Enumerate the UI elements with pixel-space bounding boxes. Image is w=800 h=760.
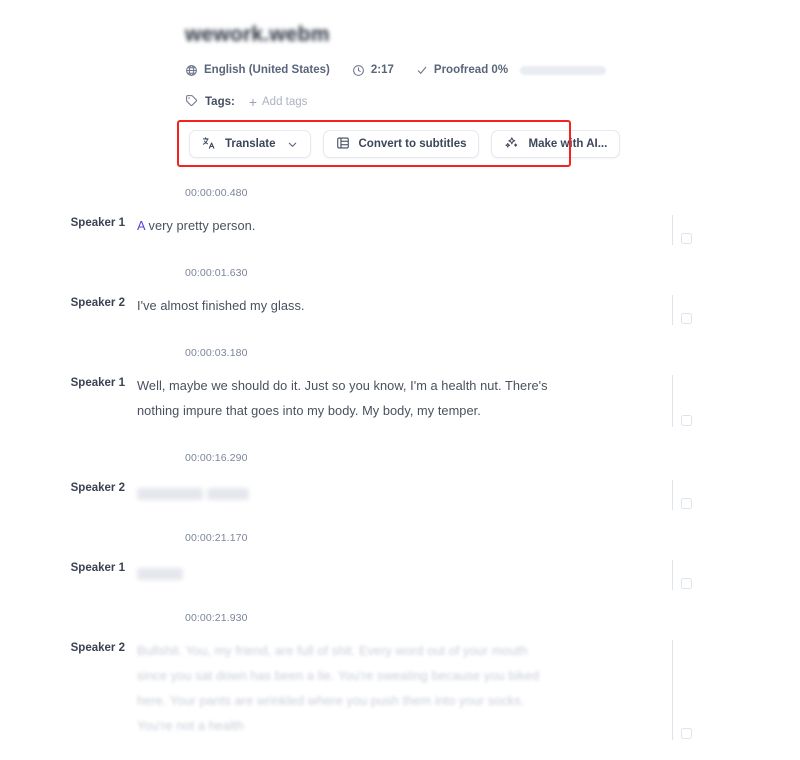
segment-divider [672, 480, 673, 510]
speaker-label[interactable]: Speaker 2 [65, 638, 125, 659]
speaker-label[interactable]: Speaker 2 [65, 293, 125, 314]
segment-timestamp[interactable]: 00:00:00.480 [185, 180, 800, 213]
segment-body: Speaker 1 Well, maybe we should do it. Ju… [0, 373, 800, 427]
segment-text[interactable]: Bullshit. You, my friend, are full of sh… [137, 638, 557, 738]
segment-divider [672, 215, 673, 245]
clock-icon [352, 64, 365, 77]
transcript-segment: 00:00:21.930 Speaker 2 Bullshit. You, my f… [0, 605, 800, 760]
segment-text-body: very pretty person. [144, 218, 256, 233]
redacted-text-bar [137, 567, 183, 580]
add-tags-button[interactable]: + Add tags [249, 95, 308, 109]
speaker-label[interactable]: Speaker 1 [65, 213, 125, 234]
highlighted-word[interactable]: A [137, 218, 145, 233]
translate-button[interactable]: Translate [189, 130, 311, 158]
proofread-label: Proofread 0% [433, 64, 509, 76]
document-header: wework.webm English (United States) 2:17… [185, 22, 705, 111]
segment-text-body: Bullshit. You, my friend, are full of sh… [137, 643, 540, 733]
page-title: wework.webm [185, 23, 330, 46]
segment-spacer [0, 238, 800, 260]
redacted-meta-bar [520, 65, 607, 75]
segment-body: Speaker 2 [0, 478, 800, 510]
segment-text-body: Well, maybe we should do it. Just so you… [137, 378, 548, 418]
segment-spacer [0, 583, 800, 605]
make-with-ai-button[interactable]: Make with AI... [491, 130, 621, 158]
segment-timestamp[interactable]: 00:00:01.630 [185, 260, 800, 293]
action-toolbar: Translate Convert to subtitles Make with… [189, 130, 621, 158]
segment-text[interactable]: Well, maybe we should do it. Just so you… [137, 373, 557, 423]
segment-divider [672, 295, 673, 325]
tag-icon [185, 94, 198, 110]
segment-text[interactable]: A very pretty person. [137, 213, 557, 238]
segment-body: Speaker 1 [0, 558, 800, 590]
speaker-label[interactable]: Speaker 2 [65, 478, 125, 499]
transcript-page: wework.webm English (United States) 2:17… [0, 0, 800, 740]
segment-spacer [0, 503, 800, 525]
segment-checkbox[interactable] [681, 578, 692, 589]
convert-to-subtitles-button[interactable]: Convert to subtitles [322, 130, 480, 158]
redacted-text-bar [206, 487, 249, 500]
language-label: English (United States) [204, 64, 330, 76]
transcript-segment: 00:00:01.630 Speaker 2 I've almost finishe… [0, 260, 800, 340]
transcript-segment: 00:00:03.180 Speaker 1 Well, maybe we shou… [0, 340, 800, 445]
transcript-list: 00:00:00.480 Speaker 1 A very pretty perso… [0, 180, 800, 760]
film-strip-icon [336, 136, 350, 153]
transcript-segment: 00:00:21.170 Speaker 1 [0, 525, 800, 605]
document-meta-row: English (United States) 2:17 Proofread 0… [185, 61, 705, 79]
segment-timestamp[interactable]: 00:00:21.170 [185, 525, 800, 558]
translate-label: Translate [225, 138, 276, 150]
tags-row: Tags: + Add tags [185, 93, 705, 111]
redacted-text-bar [137, 487, 203, 500]
segment-spacer [0, 318, 800, 340]
segment-text[interactable] [137, 478, 557, 503]
segment-checkbox[interactable] [681, 498, 692, 509]
speaker-label[interactable]: Speaker 1 [65, 373, 125, 394]
segment-checkbox[interactable] [681, 728, 692, 739]
convert-to-subtitles-label: Convert to subtitles [358, 138, 467, 150]
segment-checkbox[interactable] [681, 415, 692, 426]
speaker-label[interactable]: Speaker 1 [65, 558, 125, 579]
segment-body: Speaker 2 I've almost finished my glass. [0, 293, 800, 325]
segment-timestamp[interactable]: 00:00:16.290 [185, 445, 800, 478]
tags-label: Tags: [205, 96, 235, 108]
translate-icon [202, 136, 216, 153]
segment-text[interactable]: I've almost finished my glass. [137, 293, 557, 318]
segment-spacer [0, 423, 800, 445]
chevron-down-icon [287, 139, 298, 150]
sparkles-icon [504, 135, 519, 153]
segment-checkbox[interactable] [681, 313, 692, 324]
tags-label-group: Tags: [185, 94, 235, 110]
transcript-segment: 00:00:00.480 Speaker 1 A very pretty perso… [0, 180, 800, 260]
segment-divider [672, 640, 673, 740]
transcript-segment: 00:00:16.290 Speaker 2 [0, 445, 800, 525]
proofread-meta[interactable]: Proofread 0% [416, 64, 607, 76]
check-icon [416, 64, 428, 76]
duration-meta: 2:17 [352, 64, 394, 77]
segment-checkbox[interactable] [681, 233, 692, 244]
segment-spacer [0, 738, 800, 760]
add-tags-label: Add tags [262, 96, 308, 108]
segment-timestamp[interactable]: 00:00:21.930 [185, 605, 800, 638]
segment-body: Speaker 1 A very pretty person. [0, 213, 800, 245]
globe-icon [185, 64, 198, 77]
segment-divider [672, 375, 673, 427]
plus-icon: + [248, 94, 258, 110]
segment-body: Speaker 2 Bullshit. You, my friend, are f… [0, 638, 800, 740]
language-meta[interactable]: English (United States) [185, 64, 330, 77]
duration-label: 2:17 [370, 64, 394, 76]
make-with-ai-label: Make with AI... [528, 138, 608, 150]
segment-timestamp[interactable]: 00:00:03.180 [185, 340, 800, 373]
segment-text-body: I've almost finished my glass. [137, 298, 305, 313]
segment-text[interactable] [137, 558, 557, 583]
segment-divider [672, 560, 673, 590]
